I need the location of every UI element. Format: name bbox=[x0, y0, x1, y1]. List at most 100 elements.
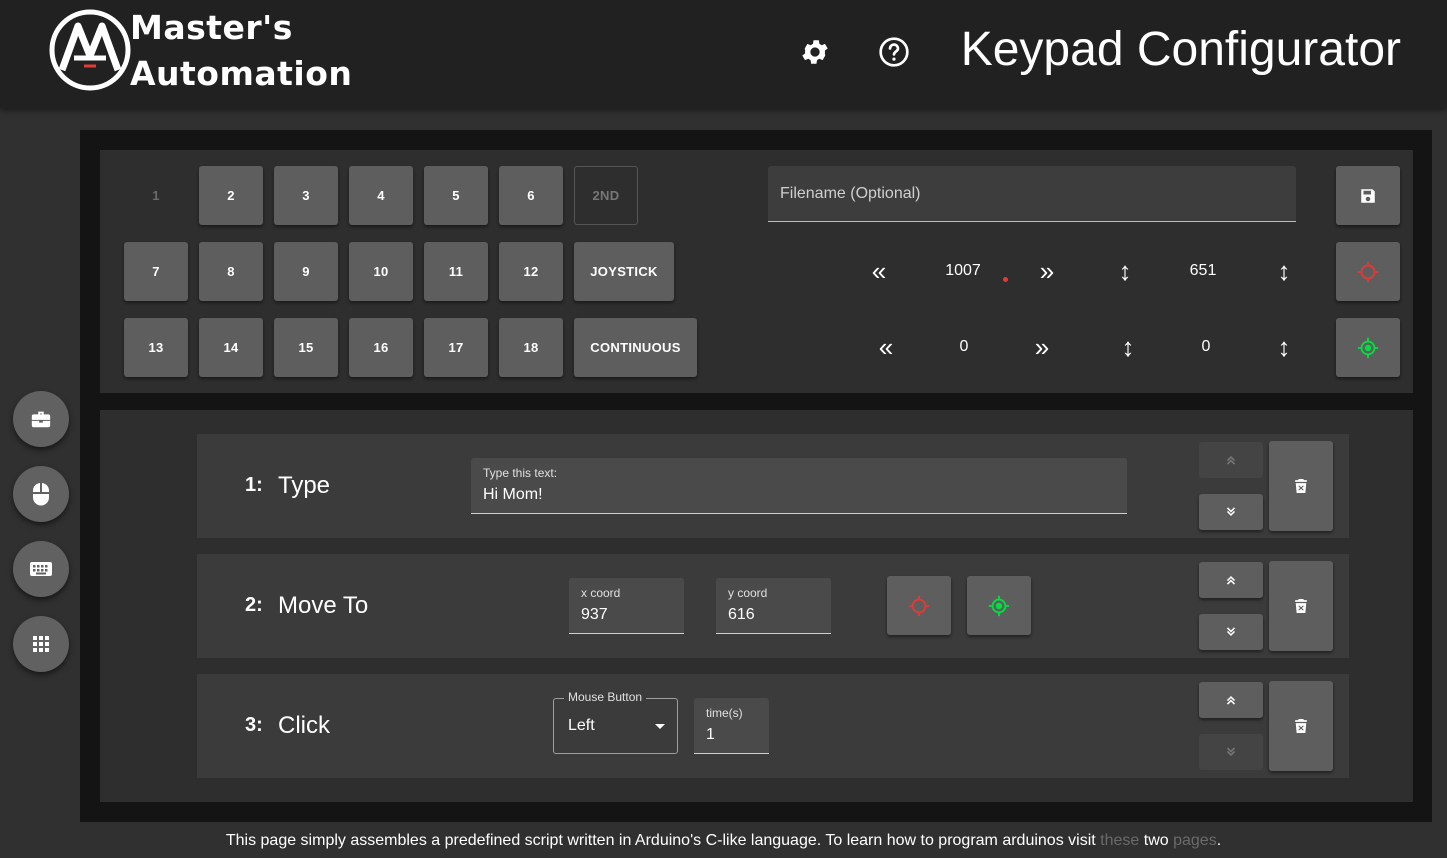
footer-text-end: . bbox=[1216, 832, 1222, 849]
move-down-button[interactable] bbox=[1199, 734, 1263, 770]
type-text-value[interactable]: Hi Mom! bbox=[483, 486, 543, 504]
saved-y-adjust-arrow-left[interactable]: ↕ bbox=[1117, 334, 1139, 360]
key-15[interactable]: 15 bbox=[274, 318, 338, 377]
capture-position-button[interactable] bbox=[1336, 242, 1400, 301]
keyboard-fab-button[interactable] bbox=[13, 541, 69, 597]
app-header: Master's Automation Keypad Configurator bbox=[0, 0, 1447, 108]
keypad-grid-icon bbox=[33, 636, 49, 652]
key-10[interactable]: 10 bbox=[349, 242, 413, 301]
footer-link-pages[interactable]: pages bbox=[1173, 832, 1217, 849]
saved-x-increase-arrow[interactable]: » bbox=[1029, 334, 1055, 360]
keypad-card: 1 2 3 4 5 6 2ND 7 8 9 10 11 12 JOYSTICK … bbox=[100, 150, 1413, 393]
delete-step-button[interactable] bbox=[1269, 681, 1333, 771]
crosshair-red-icon bbox=[908, 595, 930, 616]
times-value[interactable]: 1 bbox=[706, 726, 715, 744]
mouse-icon bbox=[33, 483, 49, 506]
y-coord-field[interactable]: y coord 616 bbox=[716, 578, 831, 634]
step-number: 1: bbox=[245, 474, 263, 496]
key-3[interactable]: 3 bbox=[274, 166, 338, 225]
key-4[interactable]: 4 bbox=[349, 166, 413, 225]
key-joystick[interactable]: JOYSTICK bbox=[574, 242, 674, 301]
type-text-label: Type this text: bbox=[483, 466, 558, 480]
chevron-double-up-icon bbox=[1226, 456, 1236, 465]
delete-step-button[interactable] bbox=[1269, 561, 1333, 651]
caret-down-icon[interactable] bbox=[655, 724, 665, 729]
x-coord-value[interactable]: 937 bbox=[581, 606, 608, 624]
preview-coords-button[interactable] bbox=[967, 576, 1031, 635]
live-x-value: 1007 bbox=[945, 262, 981, 279]
keypad-fab-button[interactable] bbox=[13, 616, 69, 672]
key-16[interactable]: 16 bbox=[349, 318, 413, 377]
toolbox-fab-button[interactable] bbox=[13, 391, 69, 447]
move-up-button[interactable] bbox=[1199, 562, 1263, 598]
y-coord-label: y coord bbox=[728, 586, 768, 600]
x-coord-field[interactable]: x coord 937 bbox=[569, 578, 684, 634]
keyboard-icon bbox=[30, 562, 52, 576]
footer-text: This page simply assembles a predefined … bbox=[225, 832, 1101, 849]
saved-x-value: 0 bbox=[959, 338, 969, 355]
go-to-position-button[interactable] bbox=[1336, 318, 1400, 377]
chevron-double-up-icon bbox=[1226, 576, 1236, 585]
times-field[interactable]: time(s) 1 bbox=[694, 698, 769, 754]
y-adjust-arrow-left[interactable]: ↕ bbox=[1114, 258, 1136, 284]
recording-dot bbox=[1003, 277, 1008, 282]
filename-input[interactable] bbox=[780, 166, 1280, 221]
key-6[interactable]: 6 bbox=[499, 166, 563, 225]
logo-text-line2: Automation bbox=[130, 54, 353, 93]
saved-y-value: 0 bbox=[1201, 338, 1211, 355]
help-circle-icon[interactable] bbox=[878, 36, 910, 68]
move-up-button[interactable] bbox=[1199, 442, 1263, 478]
crosshair-green-icon bbox=[1357, 337, 1379, 358]
key-5[interactable]: 5 bbox=[424, 166, 488, 225]
saved-x-decrease-arrow[interactable]: « bbox=[873, 334, 899, 360]
key-7[interactable]: 7 bbox=[124, 242, 188, 301]
capture-coords-button[interactable] bbox=[887, 576, 951, 635]
masters-automation-logo-icon bbox=[49, 9, 131, 91]
mouse-button-value[interactable]: Left bbox=[568, 717, 595, 735]
script-steps-card: 1: Type Type this text: Hi Mom! 2: Move … bbox=[100, 410, 1413, 802]
mouse-button-select[interactable]: Mouse Button Left bbox=[553, 690, 678, 754]
key-14[interactable]: 14 bbox=[199, 318, 263, 377]
toolbox-icon bbox=[31, 411, 51, 428]
key-12[interactable]: 12 bbox=[499, 242, 563, 301]
move-down-button[interactable] bbox=[1199, 614, 1263, 650]
key-8[interactable]: 8 bbox=[199, 242, 263, 301]
key-11[interactable]: 11 bbox=[424, 242, 488, 301]
x-increase-arrow[interactable]: » bbox=[1034, 258, 1060, 284]
move-up-button[interactable] bbox=[1199, 682, 1263, 718]
mouse-fab-button[interactable] bbox=[13, 466, 69, 522]
logo-text-line1: Master's bbox=[130, 8, 293, 47]
y-adjust-arrow-right[interactable]: ↕ bbox=[1273, 258, 1295, 284]
chevron-double-down-icon bbox=[1226, 627, 1236, 636]
y-coord-value[interactable]: 616 bbox=[728, 606, 755, 624]
key-13[interactable]: 13 bbox=[124, 318, 188, 377]
step-number: 3: bbox=[245, 714, 263, 736]
key-9[interactable]: 9 bbox=[274, 242, 338, 301]
key-17[interactable]: 17 bbox=[424, 318, 488, 377]
move-down-button[interactable] bbox=[1199, 494, 1263, 530]
gear-icon[interactable] bbox=[799, 36, 831, 68]
key-continuous[interactable]: CONTINUOUS bbox=[574, 318, 697, 377]
step-title: Type bbox=[278, 472, 331, 499]
save-button[interactable] bbox=[1336, 166, 1400, 225]
crosshair-red-icon bbox=[1357, 261, 1379, 282]
script-step-type: 1: Type Type this text: Hi Mom! bbox=[197, 434, 1349, 538]
configurator-panel: 1 2 3 4 5 6 2ND 7 8 9 10 11 12 JOYSTICK … bbox=[80, 130, 1432, 822]
mouse-button-label: Mouse Button bbox=[564, 690, 647, 704]
key-2[interactable]: 2 bbox=[199, 166, 263, 225]
x-decrease-arrow[interactable]: « bbox=[866, 258, 892, 284]
trash-icon bbox=[1295, 599, 1307, 613]
filename-field[interactable] bbox=[768, 166, 1296, 222]
key-2nd[interactable]: 2ND bbox=[574, 166, 638, 225]
footer-link-these[interactable]: these bbox=[1100, 832, 1139, 849]
footer-note: This page simply assembles a predefined … bbox=[0, 832, 1447, 850]
footer-text-middle: two bbox=[1139, 832, 1174, 849]
saved-y-adjust-arrow-right[interactable]: ↕ bbox=[1273, 334, 1295, 360]
step-number: 2: bbox=[245, 594, 263, 616]
key-18[interactable]: 18 bbox=[499, 318, 563, 377]
page-title: Keypad Configurator bbox=[960, 23, 1401, 76]
delete-step-button[interactable] bbox=[1269, 441, 1333, 531]
chevron-double-down-icon bbox=[1226, 747, 1236, 756]
chevron-double-down-icon bbox=[1226, 507, 1236, 516]
type-text-field[interactable]: Type this text: Hi Mom! bbox=[471, 458, 1127, 514]
